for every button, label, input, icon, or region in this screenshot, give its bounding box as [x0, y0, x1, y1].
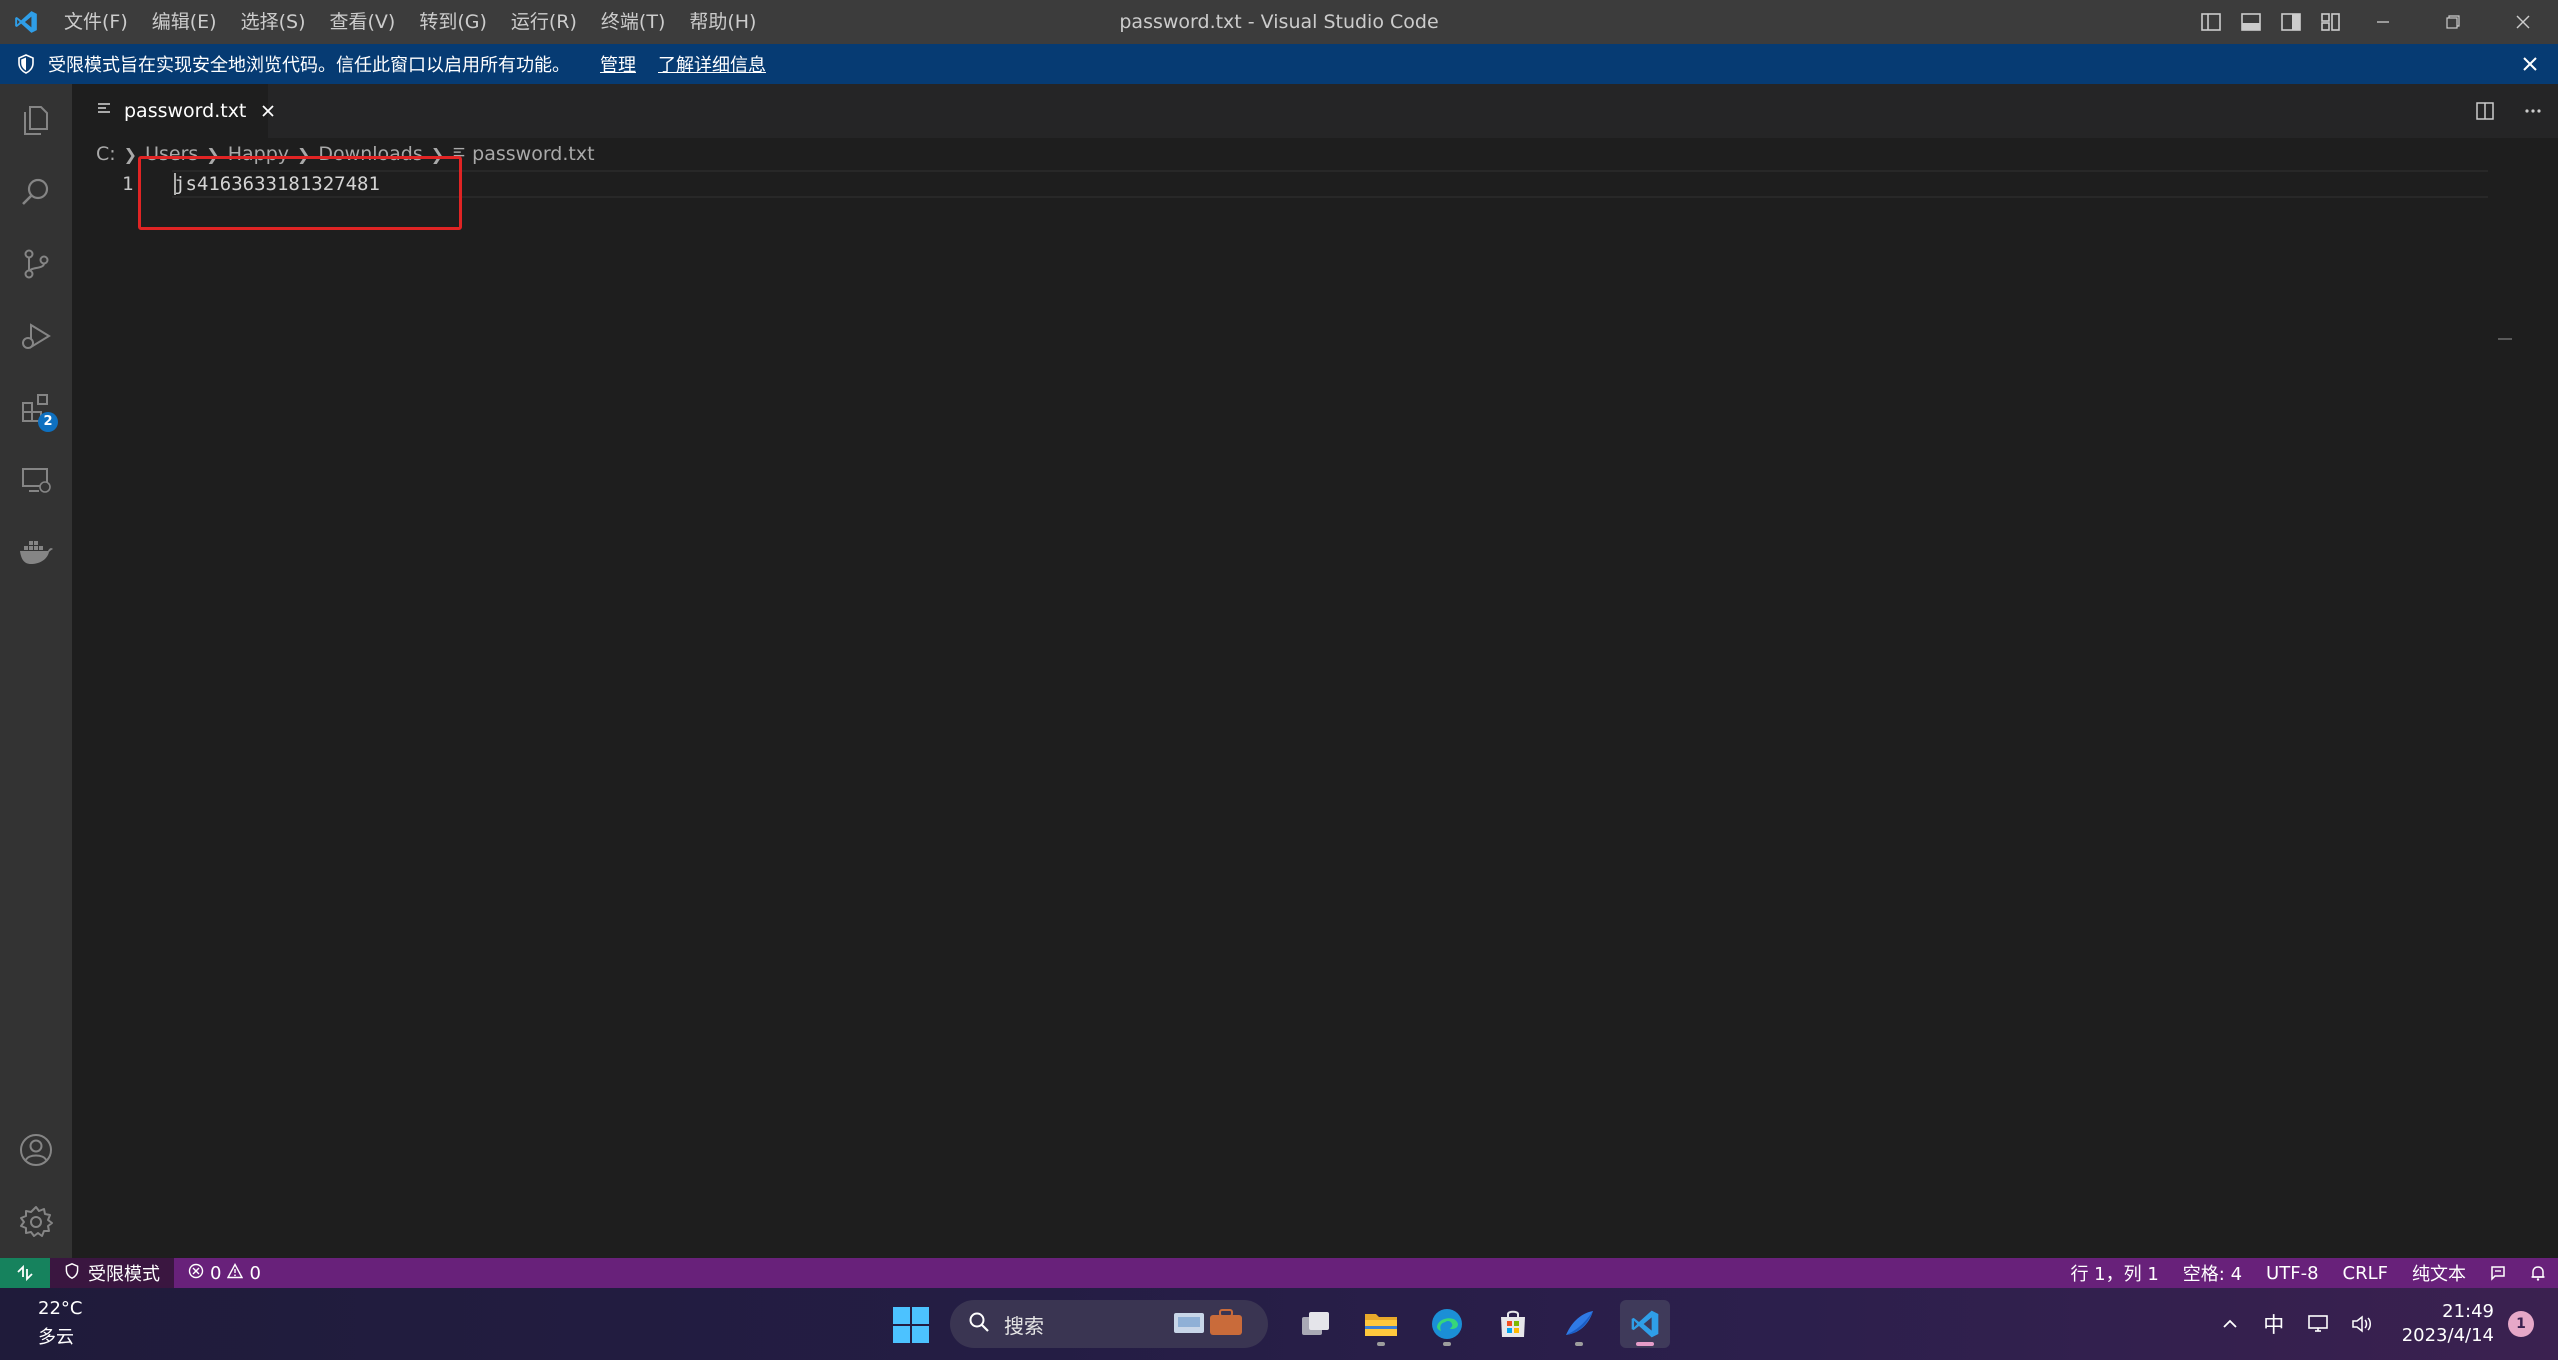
run-debug-icon[interactable] [0, 300, 72, 372]
error-count: 0 [210, 1262, 222, 1284]
settings-gear-icon[interactable] [0, 1186, 72, 1258]
tab-password-txt[interactable]: password.txt [72, 84, 275, 138]
network-icon[interactable] [2296, 1302, 2340, 1346]
system-tray: 中 21:49 2023/4/14 1 [2208, 1288, 2558, 1360]
status-bar-right: 行 1，列 1 空格: 4 UTF-8 CRLF 纯文本 [2058, 1258, 2558, 1288]
window-controls [2348, 0, 2558, 44]
explorer-icon[interactable] [0, 84, 72, 156]
edge-browser-icon[interactable] [1422, 1300, 1472, 1348]
cursor-position[interactable]: 行 1，列 1 [2058, 1260, 2170, 1286]
breadcrumb-file[interactable]: password.txt [472, 143, 594, 165]
clock[interactable]: 21:49 2023/4/14 [2402, 1300, 2494, 1348]
task-view-icon[interactable] [1291, 1300, 1341, 1348]
weather-widget[interactable]: 22°C 多云 [38, 1298, 82, 1349]
windows-taskbar: 22°C 多云 搜索 中 21:49 2023/4/14 1 [0, 1288, 2558, 1360]
shield-icon [64, 1262, 80, 1284]
more-actions-icon[interactable] [2518, 96, 2548, 126]
close-window-icon[interactable] [2488, 0, 2558, 44]
activity-bar: 2 [0, 84, 72, 1258]
remote-explorer-icon[interactable] [0, 444, 72, 516]
title-bar: 文件(F) 编辑(E) 选择(S) 查看(V) 转到(G) 运行(R) 终端(T… [0, 0, 2558, 44]
running-indicator [1377, 1342, 1385, 1346]
editor-actions [2470, 96, 2548, 126]
menu-help[interactable]: 帮助(H) [677, 0, 768, 44]
chevron-right-icon: ❯ [123, 144, 138, 164]
search-label: 搜索 [1004, 1313, 1044, 1338]
annotation-highlight-box [138, 156, 462, 230]
restricted-mode-label: 受限模式 [88, 1264, 160, 1285]
close-banner-icon[interactable] [2516, 50, 2544, 78]
chevron-up-icon[interactable] [2208, 1302, 2252, 1346]
line-number: 1 [122, 173, 134, 195]
editor-tabs: password.txt [72, 84, 2558, 138]
warning-count: 0 [249, 1262, 261, 1284]
menu-bar: 文件(F) 编辑(E) 选择(S) 查看(V) 转到(G) 运行(R) 终端(T… [52, 0, 768, 44]
learn-more-link[interactable]: 了解详细信息 [658, 51, 766, 77]
customize-layout-icon[interactable] [2316, 7, 2346, 37]
split-editor-icon[interactable] [2470, 96, 2500, 126]
language-mode[interactable]: 纯文本 [2400, 1260, 2478, 1286]
toggle-secondary-sidebar-icon[interactable] [2276, 7, 2306, 37]
weather-temperature: 22°C [38, 1298, 83, 1319]
remote-indicator-icon[interactable] [0, 1258, 50, 1288]
restore-icon[interactable] [2418, 0, 2488, 44]
active-indicator [1636, 1342, 1654, 1346]
account-icon[interactable] [0, 1114, 72, 1186]
end-of-line[interactable]: CRLF [2331, 1263, 2400, 1284]
layout-controls [2196, 0, 2346, 44]
clock-time: 21:49 [2442, 1301, 2494, 1322]
menu-run[interactable]: 运行(R) [499, 0, 589, 44]
running-indicator [1575, 1342, 1583, 1346]
running-indicator [1443, 1342, 1451, 1346]
search-icon[interactable] [0, 156, 72, 228]
breadcrumb-drive[interactable]: C: [96, 143, 116, 165]
text-file-icon [96, 101, 112, 121]
indentation[interactable]: 空格: 4 [2171, 1260, 2254, 1286]
clock-date: 2023/4/14 [2401, 1325, 2494, 1346]
restricted-mode-status[interactable]: 受限模式 [50, 1258, 174, 1288]
weather-description: 多云 [38, 1327, 74, 1348]
extensions-icon[interactable]: 2 [0, 372, 72, 444]
search-highlight-icon [1170, 1305, 1250, 1343]
ime-indicator[interactable]: 中 [2252, 1302, 2296, 1346]
taskbar-search[interactable]: 搜索 [950, 1300, 1268, 1348]
menu-selection[interactable]: 选择(S) [229, 0, 318, 44]
minimize-icon[interactable] [2348, 0, 2418, 44]
notifications-bell-icon[interactable] [2518, 1258, 2558, 1288]
feedback-icon[interactable] [2478, 1258, 2518, 1288]
docker-icon[interactable] [0, 516, 72, 588]
extensions-badge: 2 [38, 412, 58, 432]
warning-icon [227, 1262, 244, 1284]
problems-indicator[interactable]: 0 0 [174, 1263, 275, 1284]
overview-ruler-mark [2498, 338, 2512, 340]
microsoft-store-icon[interactable] [1488, 1300, 1538, 1348]
feishu-app-icon[interactable] [1554, 1300, 1604, 1348]
close-tab-icon[interactable] [260, 103, 276, 119]
menu-file[interactable]: 文件(F) [52, 0, 140, 44]
encoding[interactable]: UTF-8 [2254, 1263, 2330, 1284]
source-control-icon[interactable] [0, 228, 72, 300]
search-icon [968, 1311, 990, 1337]
restricted-mode-banner: 受限模式旨在实现安全地浏览代码。信任此窗口以启用所有功能。 管理 了解详细信息 [0, 44, 2558, 84]
tab-label: password.txt [124, 100, 247, 122]
toggle-panel-icon[interactable] [2236, 7, 2266, 37]
menu-terminal[interactable]: 终端(T) [589, 0, 677, 44]
error-icon [188, 1263, 204, 1284]
menu-view[interactable]: 查看(V) [318, 0, 408, 44]
text-editor[interactable]: 1 js4163633181327481 [72, 170, 2558, 1258]
manage-link[interactable]: 管理 [600, 51, 636, 77]
status-bar: 受限模式 0 0 行 1，列 1 空格: 4 UTF-8 CRLF 纯文本 [0, 1258, 2558, 1288]
shield-icon [16, 54, 36, 74]
current-line-highlight [172, 170, 2488, 198]
menu-edit[interactable]: 编辑(E) [140, 0, 229, 44]
volume-icon[interactable] [2340, 1302, 2384, 1346]
toggle-primary-sidebar-icon[interactable] [2196, 7, 2226, 37]
menu-go[interactable]: 转到(G) [407, 0, 499, 44]
windows-start-icon[interactable] [892, 1306, 930, 1344]
file-explorer-icon[interactable] [1356, 1300, 1406, 1348]
notification-badge[interactable]: 1 [2508, 1311, 2534, 1337]
vscode-logo-icon [0, 0, 52, 44]
banner-message: 受限模式旨在实现安全地浏览代码。信任此窗口以启用所有功能。 [48, 55, 570, 76]
vscode-taskbar-icon[interactable] [1620, 1300, 1670, 1348]
